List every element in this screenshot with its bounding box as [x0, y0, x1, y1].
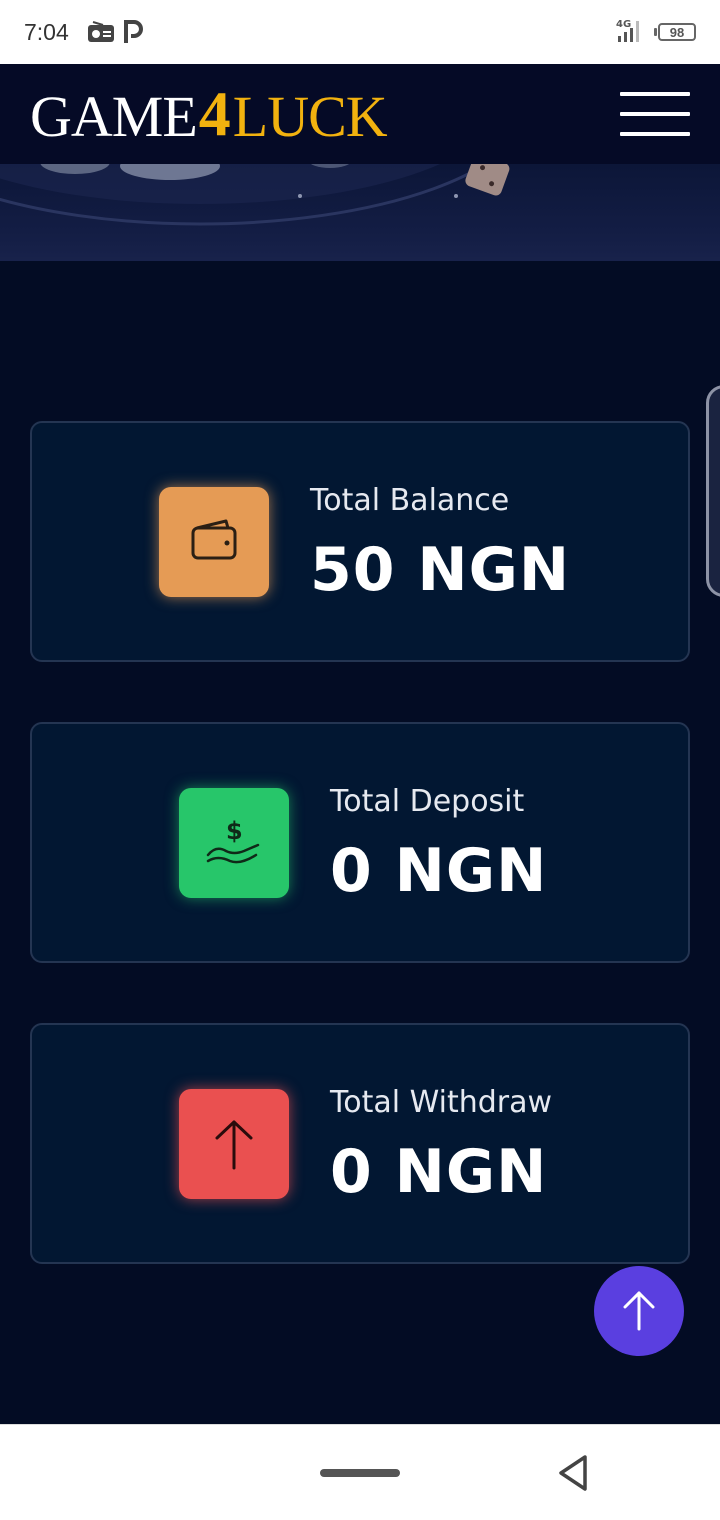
- status-time: 7:04: [24, 18, 69, 45]
- game4luck-logo[interactable]: GAME 4 LUCK: [30, 78, 388, 149]
- signal-icon: 4G: [616, 17, 646, 48]
- battery-level: 98: [658, 23, 696, 41]
- total-deposit-card: $ Total Deposit 0 NGN: [30, 722, 690, 963]
- total-balance-card: Total Balance 50 NGN: [30, 421, 690, 662]
- total-withdraw-value: 0 NGN: [330, 1137, 548, 1207]
- system-nav-bar: [0, 1424, 720, 1520]
- status-bar: 7:04 4G 98: [0, 0, 720, 64]
- network-label: 4G: [616, 19, 631, 30]
- total-withdraw-label: Total Withdraw: [330, 1085, 553, 1120]
- logo-text-four: 4: [198, 78, 231, 149]
- radio-icon: [87, 21, 115, 43]
- site-header: GAME 4 LUCK: [0, 64, 720, 164]
- home-gesture-bar[interactable]: [320, 1469, 400, 1477]
- back-icon[interactable]: [555, 1453, 591, 1498]
- side-drawer-handle[interactable]: [706, 385, 720, 597]
- total-balance-label: Total Balance: [310, 483, 510, 518]
- logo-text-luck: LUCK: [232, 84, 388, 149]
- arrow-up-icon: [179, 1089, 289, 1199]
- parking-icon: [123, 20, 143, 44]
- arrow-up-icon: [623, 1291, 655, 1331]
- total-balance-value: 50 NGN: [310, 535, 571, 605]
- hamburger-menu-icon[interactable]: [620, 92, 690, 136]
- hero-banner: [0, 164, 720, 261]
- wallet-icon: [159, 487, 269, 597]
- total-withdraw-card: Total Withdraw 0 NGN: [30, 1023, 690, 1264]
- logo-text-game: GAME: [30, 84, 198, 149]
- battery-icon: 98: [654, 23, 696, 41]
- money-hand-icon: $: [179, 788, 289, 898]
- svg-text:$: $: [226, 817, 243, 845]
- total-deposit-value: 0 NGN: [330, 836, 548, 906]
- scroll-to-top-button[interactable]: [594, 1266, 684, 1356]
- total-deposit-label: Total Deposit: [330, 784, 525, 819]
